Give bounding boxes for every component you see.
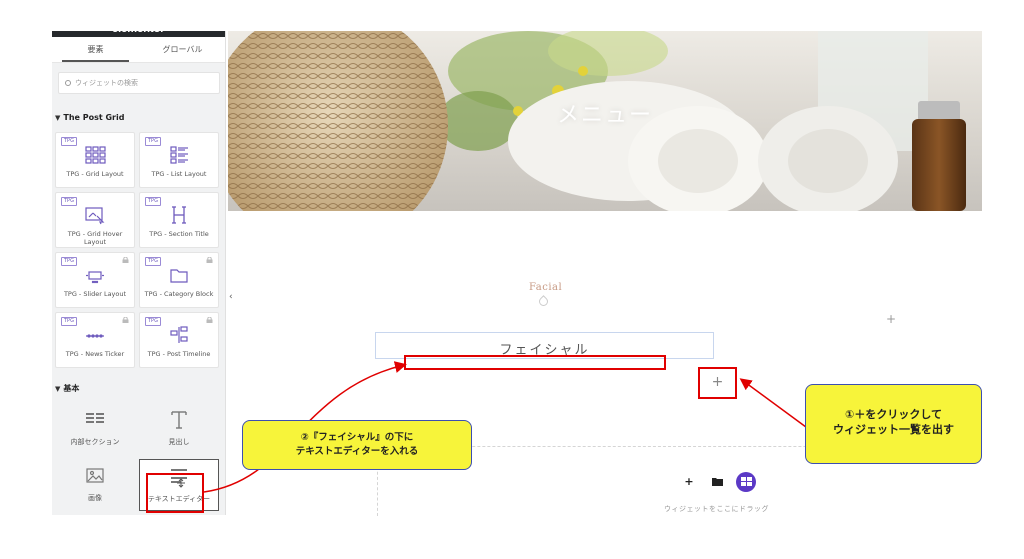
inner-section-icon bbox=[86, 413, 104, 423]
widget-label: TPG - Grid Hover Layout bbox=[67, 230, 123, 246]
tpg-badge: TPG bbox=[61, 197, 77, 206]
widget-tpg-grid-hover-layout[interactable]: TPG TPG - Grid Hover Layout bbox=[55, 192, 135, 248]
grid-hover-icon bbox=[85, 207, 105, 225]
widget-label: TPG - List Layout bbox=[151, 170, 207, 178]
category-basic-title: 基本 bbox=[63, 384, 80, 393]
tpg-badge: TPG bbox=[145, 317, 161, 326]
list-layout-icon bbox=[170, 146, 188, 164]
folder-icon bbox=[711, 478, 723, 486]
lock-icon bbox=[122, 257, 129, 263]
grid-layout-icon bbox=[85, 146, 106, 164]
slider-layout-icon bbox=[86, 271, 104, 284]
tab-global[interactable]: グローバル bbox=[139, 37, 225, 62]
widget-label: TPG - Post Timeline bbox=[147, 350, 211, 358]
hero-image-section: メニュー bbox=[228, 31, 982, 211]
widget-label: TPG - Section Title bbox=[149, 230, 209, 238]
tab-elements[interactable]: 要素 bbox=[52, 37, 139, 62]
callout1-arrow bbox=[739, 378, 811, 431]
widget-tpg-post-timeline[interactable]: TPG TPG - Post Timeline bbox=[139, 312, 219, 368]
widget-label: TPG - Slider Layout bbox=[63, 290, 127, 298]
caret-down-icon: ▼ bbox=[55, 385, 61, 393]
panel-menu-icon[interactable]: ••• bbox=[204, 31, 220, 35]
widget-label: 画像 bbox=[88, 494, 102, 502]
tpg-badge: TPG bbox=[145, 137, 161, 146]
heading-icon bbox=[171, 411, 187, 429]
add-template-folder-button[interactable] bbox=[707, 472, 727, 492]
section-title-icon bbox=[172, 206, 186, 224]
section-subtitle: Facial bbox=[529, 282, 563, 293]
add-element-plus-icon[interactable]: + bbox=[886, 312, 896, 326]
callout-step2-line2: テキストエディターを入れる bbox=[295, 446, 419, 457]
tpg-badge: TPG bbox=[61, 317, 77, 326]
widget-label: 内部セクション bbox=[70, 438, 120, 446]
callout-step1-line1: ①＋をクリックして bbox=[845, 408, 942, 421]
widget-tpg-section-title[interactable]: TPG TPG - Section Title bbox=[139, 192, 219, 248]
category-post-grid-header[interactable]: ▼ The Post Grid bbox=[55, 113, 124, 122]
category-block-icon bbox=[170, 269, 188, 283]
widget-inner-section[interactable]: 内部セクション bbox=[55, 403, 135, 455]
widget-tpg-news-ticker[interactable]: TPG TPG - News Ticker bbox=[55, 312, 135, 368]
elementor-panel: elementor ••• 要素 グローバル ウィジェットの検索 ▼The Po… bbox=[52, 31, 226, 515]
drop-decoration-icon bbox=[537, 295, 550, 308]
category-post-grid-title: The Post Grid bbox=[63, 113, 125, 122]
tpg-badge: TPG bbox=[61, 257, 77, 266]
search-placeholder: ウィジェットの検索 bbox=[75, 79, 138, 87]
post-grid-widget-grid: TPG TPG - Grid Layout TPG TPG - List Lay… bbox=[55, 132, 219, 368]
lock-icon bbox=[206, 257, 213, 263]
drop-zone-hint: ウィジェットをここにドラッグ bbox=[664, 505, 769, 513]
hero-title: メニュー bbox=[556, 103, 653, 128]
image-icon bbox=[86, 468, 104, 483]
callout-step2: ②『フェイシャル』の下に テキストエディターを入れる bbox=[242, 420, 472, 470]
widget-label: TPG - News Ticker bbox=[65, 350, 125, 358]
post-timeline-icon bbox=[170, 326, 188, 343]
tpg-badge: TPG bbox=[145, 257, 161, 266]
widget-label: TPG - Grid Layout bbox=[66, 170, 124, 178]
widget-tpg-slider-layout[interactable]: TPG TPG - Slider Layout bbox=[55, 252, 135, 308]
caret-down-icon: ▼ bbox=[55, 114, 61, 122]
widget-heading[interactable]: 見出し bbox=[139, 403, 219, 455]
widget-tpg-list-layout[interactable]: TPG TPG - List Layout bbox=[139, 132, 219, 188]
elementor-logo: elementor bbox=[112, 31, 165, 35]
widget-label: 見出し bbox=[168, 438, 190, 446]
lock-icon bbox=[122, 317, 129, 323]
add-widget-highlight: + bbox=[698, 367, 737, 399]
insert-target-highlight bbox=[404, 355, 666, 370]
widget-tpg-category-block[interactable]: TPG TPG - Category Block bbox=[139, 252, 219, 308]
widget-label: TPG - Category Block bbox=[144, 290, 214, 298]
callout-step2-line1: ②『フェイシャル』の下に bbox=[300, 432, 414, 443]
category-basic-header[interactable]: ▼ 基本 bbox=[55, 383, 79, 394]
add-new-section-button[interactable]: + bbox=[679, 472, 699, 492]
callout-step1: ①＋をクリックして ウィジェット一覧を出す bbox=[805, 384, 982, 464]
text-editor-highlight bbox=[146, 473, 204, 513]
tpg-badge: TPG bbox=[61, 137, 77, 146]
callout-step1-line2: ウィジェット一覧を出す bbox=[833, 423, 954, 436]
widget-image[interactable]: 画像 bbox=[55, 459, 135, 511]
panel-collapse-icon[interactable]: ‹ bbox=[229, 292, 233, 302]
tpg-badge: TPG bbox=[145, 197, 161, 206]
news-ticker-icon bbox=[86, 334, 104, 338]
elementor-kit-button[interactable] bbox=[736, 472, 756, 492]
add-widget-button[interactable]: + bbox=[700, 374, 735, 390]
search-icon bbox=[65, 80, 71, 86]
widget-search-input[interactable]: ウィジェットの検索 bbox=[58, 72, 220, 94]
template-library-icon bbox=[740, 477, 752, 486]
widget-tpg-grid-layout[interactable]: TPG TPG - Grid Layout bbox=[55, 132, 135, 188]
lock-icon bbox=[206, 317, 213, 323]
panel-tabs: 要素 グローバル bbox=[52, 37, 225, 63]
